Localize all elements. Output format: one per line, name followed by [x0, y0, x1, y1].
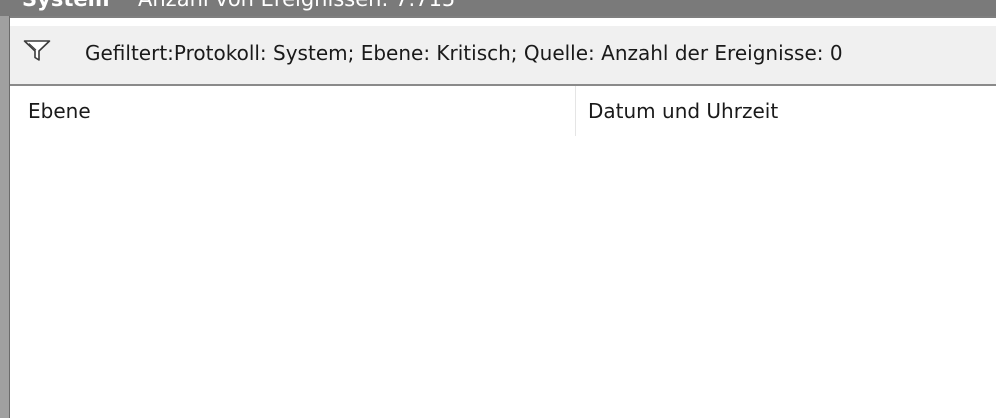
log-title-bar: System Anzahl von Ereignissen: 7.715 — [0, 0, 996, 16]
filter-description: Gefiltert:Protokoll: System; Ebene: Krit… — [85, 41, 843, 65]
event-count-label: Anzahl von Ereignissen: 7.715 — [138, 0, 455, 11]
event-list-body[interactable] — [10, 136, 996, 418]
left-pane-border — [0, 16, 10, 418]
event-viewer-panel: System Anzahl von Ereignissen: 7.715 Gef… — [0, 0, 996, 418]
filter-funnel-icon — [23, 39, 51, 63]
filter-status-bar: Gefiltert:Protokoll: System; Ebene: Krit… — [10, 26, 996, 86]
column-header-date-time[interactable]: Datum und Uhrzeit — [576, 86, 996, 136]
log-content-area: Gefiltert:Protokoll: System; Ebene: Krit… — [10, 16, 996, 418]
event-list-header: Ebene Datum und Uhrzeit — [10, 86, 996, 136]
log-name: System — [22, 0, 109, 11]
column-header-level[interactable]: Ebene — [10, 86, 576, 136]
